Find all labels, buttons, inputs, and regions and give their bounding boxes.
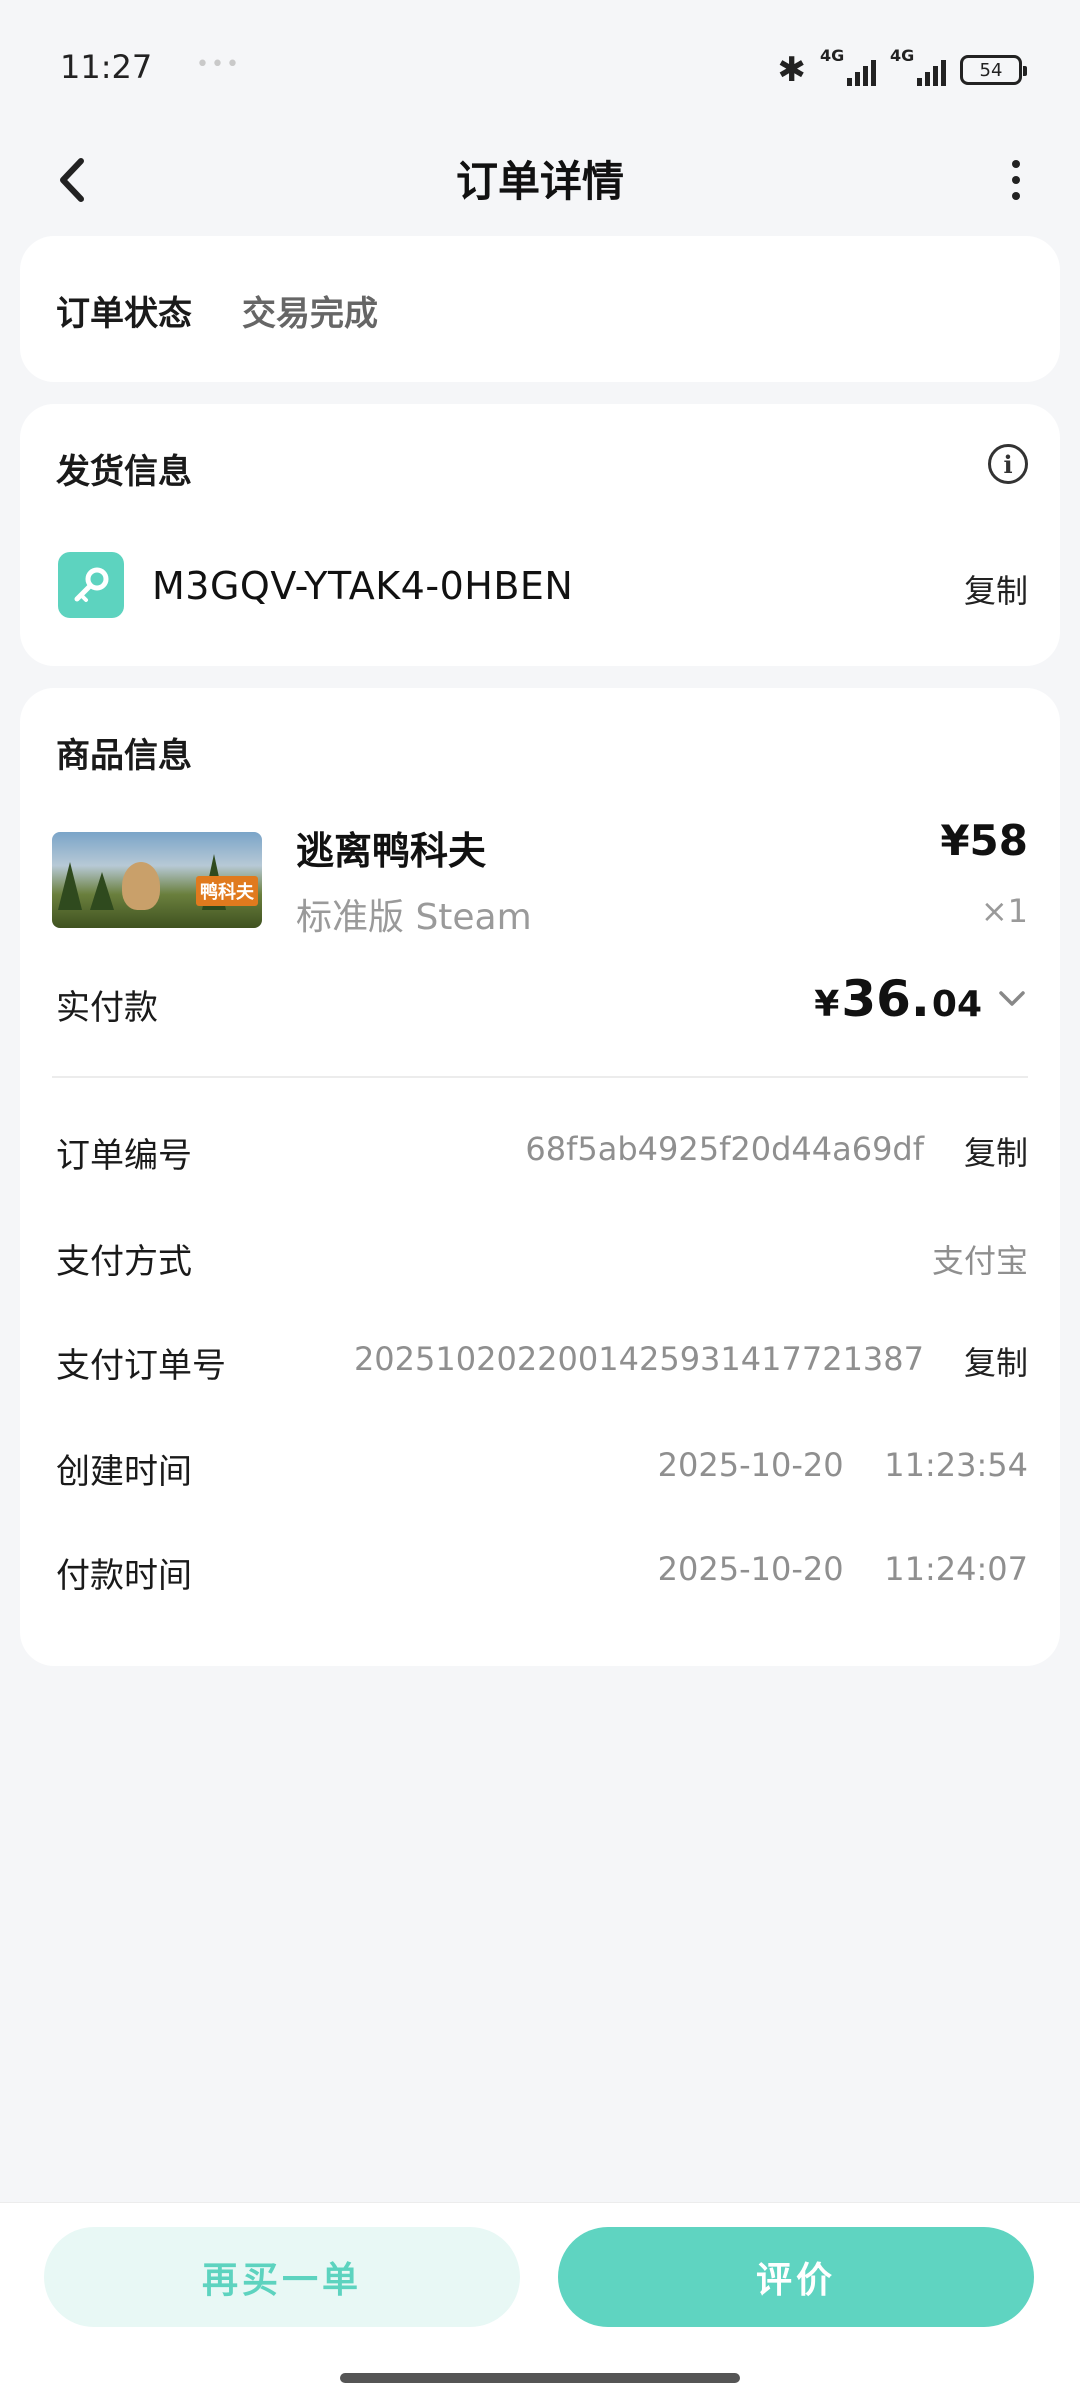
battery-level: 54 (979, 59, 1003, 81)
status-time: 11:27 (60, 48, 153, 86)
payment-method-label: 支付方式 (56, 1242, 192, 1282)
status-bar: 11:27 ••• ✱ 4G 4G 54 (0, 0, 1080, 140)
order-status-card: 订单状态 交易完成 (20, 236, 1060, 382)
order-status-value: 交易完成 (242, 294, 378, 334)
paid-amount-label: 实付款 (56, 988, 158, 1028)
signal-icon: 4G (890, 46, 946, 90)
copy-key-button[interactable]: 复制 (964, 566, 1028, 612)
signal-icon: 4G (820, 46, 876, 90)
product-thumbnail[interactable]: 鸭科夫 (52, 832, 262, 928)
product-quantity: ×1 (980, 892, 1028, 930)
paid-currency: ¥ (814, 984, 840, 1025)
header: 订单详情 (0, 130, 1080, 230)
battery-icon: 54 (960, 55, 1027, 85)
payment-order-row: 支付订单号 2025102022001425931417721387 复制 (56, 1338, 1028, 1388)
order-number-row: 订单编号 68f5ab4925f20d44a69df 复制 (56, 1128, 1028, 1178)
paid-time-label: 付款时间 (56, 1556, 192, 1596)
rebuy-button[interactable]: 再买一单 (44, 2227, 520, 2327)
copy-payment-order-button[interactable]: 复制 (964, 1338, 1028, 1384)
duck-figure (122, 862, 160, 910)
order-number-value: 68f5ab4925f20d44a69df (525, 1130, 924, 1168)
order-status-label: 订单状态 (56, 294, 192, 334)
paid-integer: 36. (841, 970, 930, 1028)
paid-time-value: 2025-10-20 11:24:07 (657, 1550, 1028, 1588)
product-price: ¥58 (940, 816, 1028, 865)
info-icon[interactable]: i (988, 444, 1028, 484)
created-time-label: 创建时间 (56, 1452, 192, 1492)
product-variant: 标准版 Steam (296, 897, 532, 938)
chevron-down-icon (999, 991, 1025, 1006)
payment-method-row: 支付方式 支付宝 (56, 1234, 1028, 1284)
copy-order-number-button[interactable]: 复制 (964, 1128, 1028, 1174)
paid-decimal: 04 (931, 984, 982, 1025)
page-title: 订单详情 (455, 157, 624, 206)
goods-card: 商品信息 鸭科夫 逃离鸭科夫 标准版 Steam ¥58 ×1 实付款 ¥ 36… (20, 688, 1060, 1666)
payment-method-value: 支付宝 (931, 1242, 1028, 1280)
shipping-title: 发货信息 (56, 452, 192, 492)
paid-amount[interactable]: ¥ 36. 04 (814, 970, 1026, 1028)
signal-tag: 4G (820, 46, 845, 65)
status-dots: ••• (196, 52, 241, 77)
key-code: M3GQV-YTAK4-0HBEN (152, 564, 574, 608)
review-button[interactable]: 评价 (558, 2227, 1034, 2327)
home-indicator[interactable] (340, 2373, 740, 2383)
shipping-card: 发货信息 i M3GQV-YTAK4-0HBEN 复制 (20, 404, 1060, 666)
divider (52, 1076, 1028, 1078)
bottom-action-bar: 再买一单 评价 (0, 2202, 1080, 2400)
created-time-row: 创建时间 2025-10-20 11:23:54 (56, 1444, 1028, 1494)
key-icon (58, 552, 124, 618)
product-name[interactable]: 逃离鸭科夫 (296, 820, 486, 875)
thumbnail-logo-text: 鸭科夫 (196, 876, 258, 906)
goods-title: 商品信息 (56, 736, 192, 776)
created-time-value: 2025-10-20 11:23:54 (657, 1446, 1028, 1484)
signal-tag: 4G (890, 46, 915, 65)
status-icons: ✱ 4G 4G 54 (777, 46, 1027, 90)
payment-order-label: 支付订单号 (56, 1346, 226, 1386)
payment-order-value: 2025102022001425931417721387 (353, 1340, 924, 1378)
more-button[interactable] (988, 152, 1044, 208)
more-vertical-icon (1012, 160, 1020, 168)
bluetooth-icon: ✱ (777, 50, 807, 90)
order-number-label: 订单编号 (56, 1136, 192, 1176)
paid-time-row: 付款时间 2025-10-20 11:24:07 (56, 1548, 1028, 1598)
